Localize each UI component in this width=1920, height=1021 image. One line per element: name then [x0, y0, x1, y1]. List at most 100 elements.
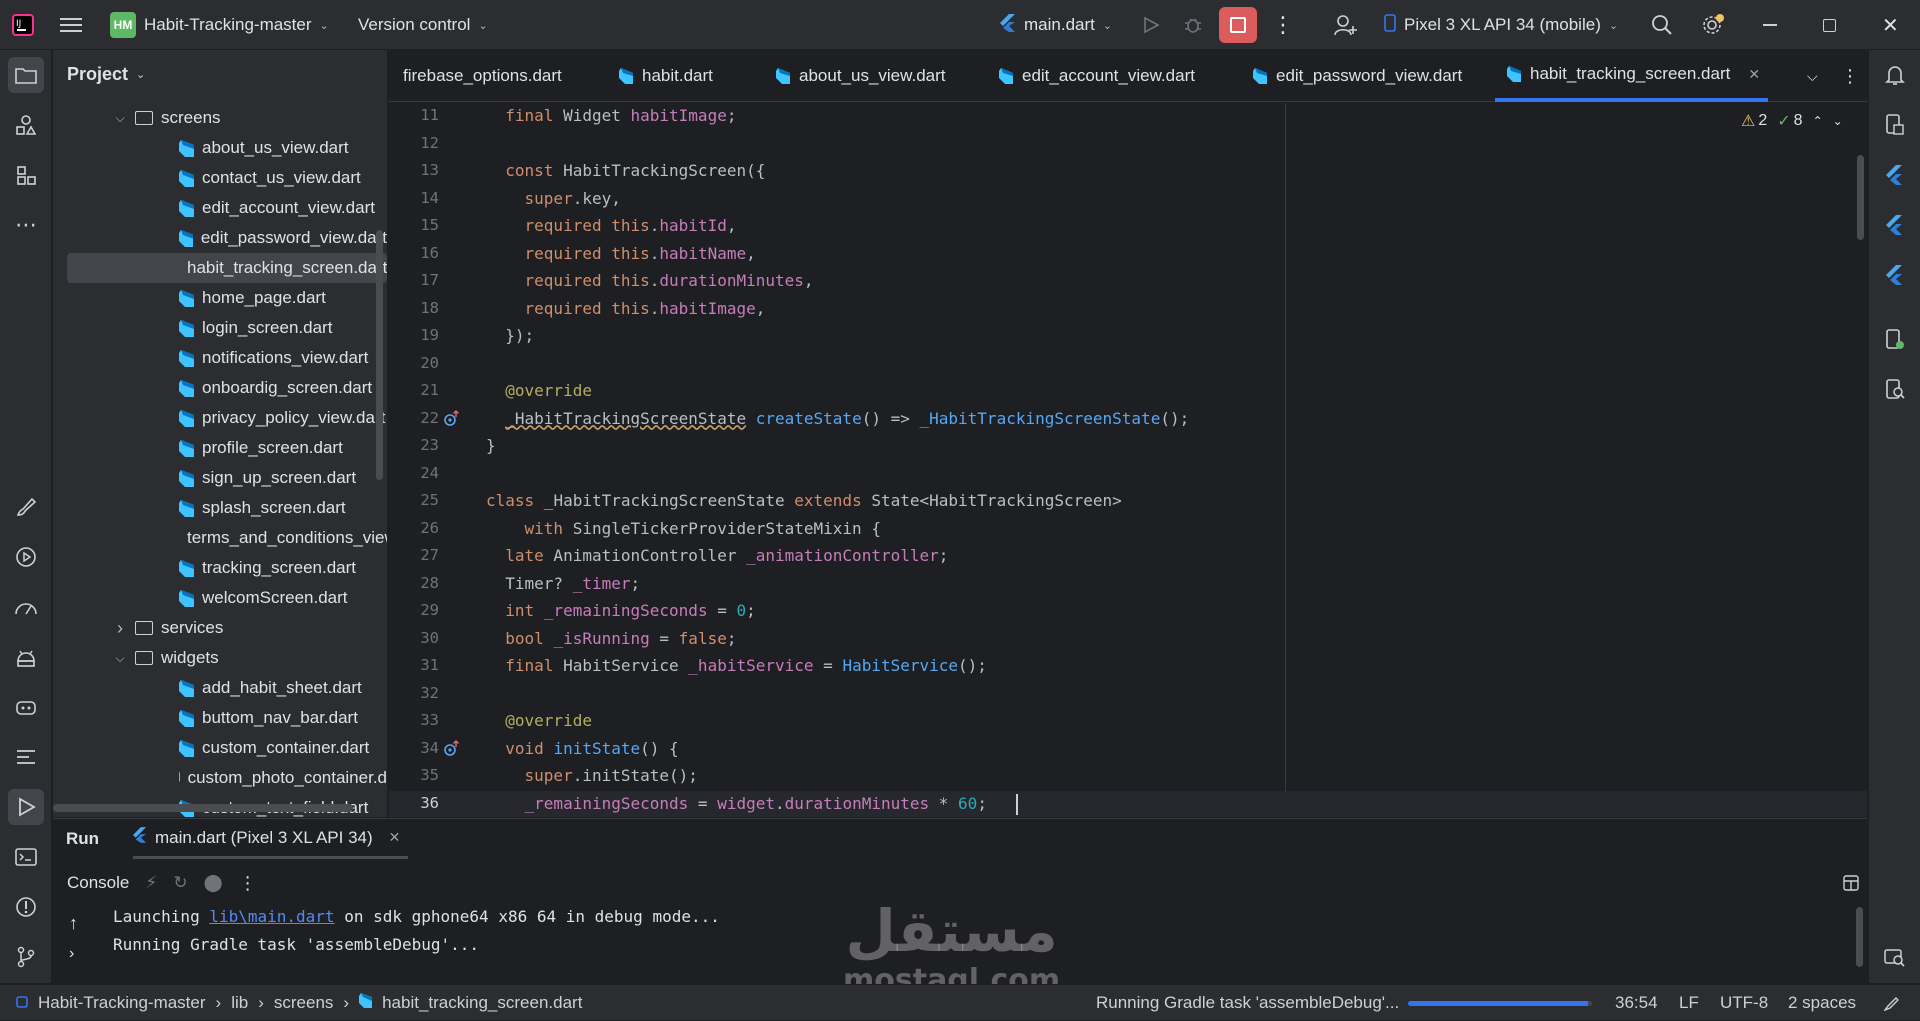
- line-number[interactable]: 16: [389, 244, 439, 262]
- code-line[interactable]: @override: [486, 711, 592, 730]
- structure-tool-icon[interactable]: [8, 157, 44, 193]
- tree-file[interactable]: about_us_view.dart: [67, 133, 387, 163]
- line-number[interactable]: 20: [389, 354, 439, 372]
- tree-file[interactable]: onboardig_screen.dart: [67, 373, 387, 403]
- flutter-performance-icon[interactable]: [1877, 257, 1913, 293]
- line-number[interactable]: 13: [389, 161, 439, 179]
- flutter-inspector-icon[interactable]: [1877, 157, 1913, 193]
- hot-reload-icon[interactable]: ⚡: [145, 873, 157, 893]
- debug-icon[interactable]: [1183, 0, 1203, 50]
- device-selector[interactable]: Pixel 3 XL API 34 (mobile) ⌄: [1384, 0, 1618, 50]
- line-number[interactable]: 17: [389, 271, 439, 289]
- scroll-up-arrow-icon[interactable]: ↑: [69, 913, 78, 934]
- line-number[interactable]: 24: [389, 464, 439, 482]
- more-icon[interactable]: ⋮: [239, 873, 257, 894]
- code-line[interactable]: const HabitTrackingScreen({: [486, 161, 765, 180]
- line-separator[interactable]: LF: [1679, 985, 1699, 1021]
- close-window-icon[interactable]: ✕: [1882, 0, 1899, 50]
- code-line[interactable]: super.initState();: [486, 766, 698, 785]
- line-number[interactable]: 29: [389, 601, 439, 619]
- line-number[interactable]: 33: [389, 711, 439, 729]
- stop-button[interactable]: [1219, 0, 1257, 50]
- run-tool-icon[interactable]: [8, 789, 44, 825]
- add-user-icon[interactable]: [1334, 0, 1358, 50]
- chevron-up-icon[interactable]: ⌃: [1813, 114, 1823, 128]
- version-control-menu[interactable]: Version control ⌄: [358, 0, 488, 50]
- code-line[interactable]: with SingleTickerProviderStateMixin {: [486, 519, 881, 538]
- tree-file[interactable]: custom_photo_container.d: [67, 763, 387, 793]
- line-number[interactable]: 11: [389, 106, 439, 124]
- code-line[interactable]: _HabitTrackingScreenState createState() …: [486, 409, 1189, 428]
- line-number[interactable]: 12: [389, 134, 439, 152]
- chevron-down-icon[interactable]: ⌵: [111, 111, 129, 126]
- tree-folder[interactable]: › services: [67, 613, 387, 643]
- line-number[interactable]: 21: [389, 381, 439, 399]
- app-inspection-icon[interactable]: [1877, 372, 1913, 408]
- code-line[interactable]: }: [486, 436, 496, 455]
- settings-gear-icon[interactable]: [1701, 0, 1725, 50]
- app-logo-icon[interactable]: IJ: [12, 0, 34, 50]
- override-gutter-icon[interactable]: [443, 409, 461, 428]
- tree-file[interactable]: welcomScreen.dart: [67, 583, 387, 613]
- git-branch-icon[interactable]: [8, 939, 44, 975]
- code-line[interactable]: void initState() {: [486, 739, 678, 758]
- tabs-dropdown-chevron-icon[interactable]: ⌵: [1807, 50, 1818, 102]
- tree-file[interactable]: buttom_nav_bar.dart: [67, 703, 387, 733]
- line-number[interactable]: 18: [389, 299, 439, 317]
- line-number[interactable]: 35: [389, 766, 439, 784]
- project-switcher[interactable]: HM Habit-Tracking-master ⌄: [110, 0, 329, 50]
- chevron-down-icon[interactable]: ⌄: [1833, 114, 1843, 128]
- restore-icon[interactable]: [1823, 0, 1836, 50]
- line-number[interactable]: 32: [389, 684, 439, 702]
- tree-file[interactable]: habit_tracking_screen.dart: [67, 253, 387, 283]
- search-everywhere-icon[interactable]: [1877, 940, 1913, 976]
- device-manager-icon[interactable]: [8, 689, 44, 725]
- code-line[interactable]: final HabitService _habitService = Habit…: [486, 656, 987, 675]
- line-number[interactable]: 14: [389, 189, 439, 207]
- chevron-down-icon[interactable]: ⌵: [111, 651, 129, 666]
- tree-folder[interactable]: ⌵ widgets: [67, 643, 387, 673]
- warnings-indicator[interactable]: ⚠ 2: [1741, 111, 1767, 131]
- project-hscrollbar[interactable]: [53, 804, 353, 812]
- task-progress-bar[interactable]: [1408, 985, 1592, 1021]
- run-config-selector[interactable]: main.dart ⌄: [1000, 0, 1112, 50]
- devtools-icon[interactable]: ⬤: [204, 873, 223, 893]
- editor-tab[interactable]: habit.dart: [619, 50, 713, 102]
- running-devices-icon[interactable]: [1877, 322, 1913, 358]
- code-line[interactable]: super.key,: [486, 189, 621, 208]
- android-icon[interactable]: [8, 639, 44, 675]
- more-actions-icon[interactable]: ⋮: [1272, 0, 1294, 50]
- console-output[interactable]: ↑ › Launching lib\main.dart on sdk gphon…: [53, 903, 1853, 979]
- tree-file[interactable]: edit_password_view.dart: [67, 223, 387, 253]
- hot-restart-icon[interactable]: ↻: [173, 873, 187, 893]
- performance-icon[interactable]: [8, 589, 44, 625]
- editor-tab[interactable]: about_us_view.dart: [776, 50, 946, 102]
- shapes-tool-icon[interactable]: [8, 107, 44, 143]
- code-line[interactable]: required this.habitImage,: [486, 299, 766, 318]
- run-icon[interactable]: [1142, 0, 1160, 50]
- inspection-widget[interactable]: ⚠ 2 ✓ 8 ⌃ ⌄: [1741, 111, 1843, 131]
- device-file-explorer-icon[interactable]: [1877, 107, 1913, 143]
- minimize-icon[interactable]: [1763, 0, 1777, 50]
- line-number[interactable]: 23: [389, 436, 439, 454]
- project-scrollbar[interactable]: [376, 230, 383, 480]
- tree-file[interactable]: terms_and_conditions_view: [67, 523, 387, 553]
- readonly-toggle-icon[interactable]: [1884, 985, 1900, 1021]
- tree-file[interactable]: privacy_policy_view.dart: [67, 403, 387, 433]
- chevron-right-icon[interactable]: ›: [111, 618, 129, 639]
- tree-file[interactable]: notifications_view.dart: [67, 343, 387, 373]
- line-number[interactable]: 19: [389, 326, 439, 344]
- override-gutter-icon[interactable]: [443, 739, 461, 758]
- project-panel-header[interactable]: Project ⌄: [67, 64, 145, 85]
- console-scrollbar[interactable]: [1856, 907, 1863, 967]
- code-line[interactable]: });: [486, 326, 534, 345]
- tree-file[interactable]: tracking_screen.dart: [67, 553, 387, 583]
- breadcrumb-file[interactable]: habit_tracking_screen.dart: [382, 993, 582, 1013]
- tree-file[interactable]: contact_us_view.dart: [67, 163, 387, 193]
- code-line[interactable]: @override: [486, 381, 592, 400]
- breadcrumb-screens[interactable]: screens: [274, 993, 334, 1013]
- close-tab-icon[interactable]: ✕: [389, 829, 401, 846]
- caret-position[interactable]: 36:54: [1615, 985, 1658, 1021]
- code-line[interactable]: late AnimationController _animationContr…: [486, 546, 948, 565]
- tree-file[interactable]: login_screen.dart: [67, 313, 387, 343]
